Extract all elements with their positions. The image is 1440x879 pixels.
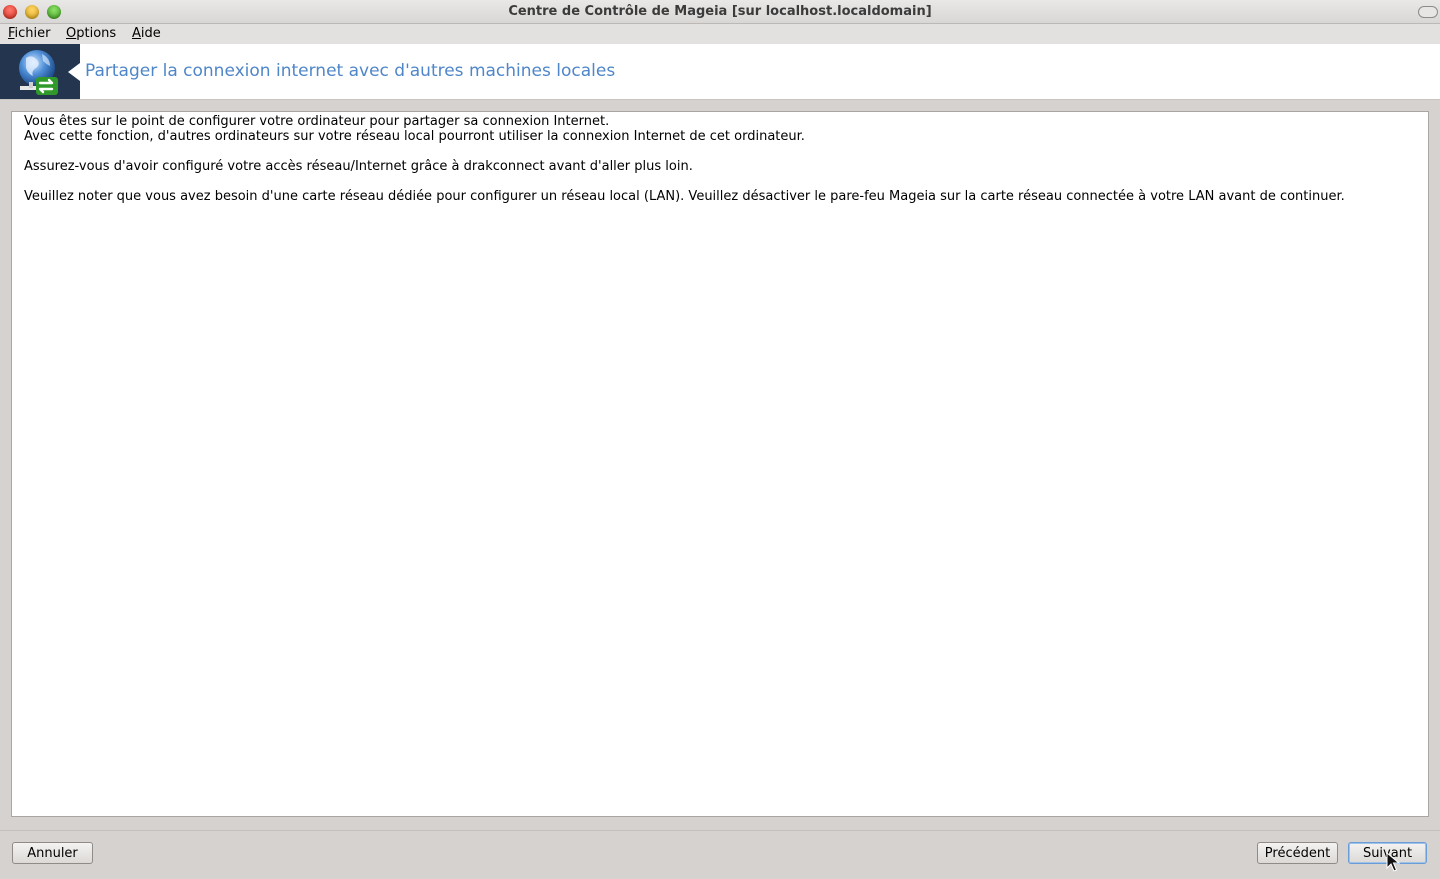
menubar: Fichier Options Aide <box>0 24 1440 44</box>
intro-line-3: Assurez-vous d'avoir configuré votre acc… <box>24 159 693 174</box>
window-shade-icon[interactable] <box>1418 6 1438 18</box>
intro-line-4: Veuillez noter que vous avez besoin d'un… <box>24 189 1345 204</box>
menu-file[interactable]: Fichier <box>8 26 51 41</box>
mouse-pointer-icon <box>1386 852 1400 872</box>
menu-options[interactable]: Options <box>66 26 116 41</box>
intro-line-2: Avec cette fonction, d'autres ordinateur… <box>24 129 805 144</box>
wizard-content: Vous êtes sur le point de configurer vot… <box>11 111 1429 817</box>
window-titlebar: Centre de Contrôle de Mageia [sur localh… <box>0 0 1440 24</box>
page-title: Partager la connexion internet avec d'au… <box>85 61 616 81</box>
wizard-header: Partager la connexion internet avec d'au… <box>0 44 1440 100</box>
previous-button[interactable]: Précédent <box>1257 842 1338 864</box>
window-title: Centre de Contrôle de Mageia [sur localh… <box>508 4 932 19</box>
cancel-button[interactable]: Annuler <box>12 842 93 864</box>
header-notch <box>68 63 80 81</box>
footer-divider <box>0 830 1440 831</box>
intro-line-1: Vous êtes sur le point de configurer vot… <box>24 114 610 129</box>
menu-help[interactable]: Aide <box>132 26 161 41</box>
